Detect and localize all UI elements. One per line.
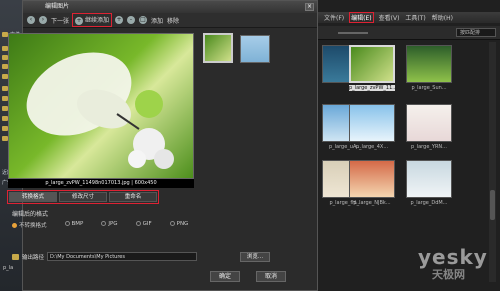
fit-icon[interactable]: □ — [138, 16, 147, 24]
format-option[interactable]: JPG — [101, 221, 118, 229]
thumbnail-item[interactable]: p_large_Sun... — [406, 45, 452, 95]
radio-icon — [135, 221, 141, 226]
folder-icon — [12, 253, 19, 260]
menu-file[interactable]: 文件(F) — [324, 13, 344, 22]
format-option-label: JPG — [108, 221, 118, 227]
zoom-slider[interactable] — [338, 32, 368, 34]
background-footer-text: p_la — [3, 265, 14, 271]
zoom-out-icon[interactable]: - — [126, 16, 135, 24]
cancel-button[interactable]: 取消 — [256, 271, 286, 282]
radio-icon — [169, 221, 175, 226]
thumbnail-caption: p_large_DdM... — [410, 200, 448, 206]
browse-button[interactable]: 浏览... — [240, 251, 271, 262]
thumbnail-item[interactable]: p_large_4X... — [349, 104, 395, 154]
format-label: 编辑后的格式 — [12, 211, 49, 218]
format-option[interactable]: PNG — [169, 221, 189, 229]
continue-add-label: 继续添加 — [84, 17, 109, 24]
tab-rename[interactable]: 重命名 — [109, 192, 157, 202]
dialog-title: 编辑图片 — [23, 1, 317, 13]
format-option-label: PNG — [176, 221, 189, 227]
radio-icon — [64, 221, 70, 226]
thumbnail-image — [406, 45, 452, 83]
output-path-row: 输出路径 D:\My Documents\My Pictures 浏览... — [12, 251, 292, 262]
menu-view[interactable]: 查看(V) — [379, 13, 400, 22]
tab-bar: 转换格式 修改尺寸 重命名 — [7, 190, 159, 204]
thumbnail-item[interactable]: p_large_YRN... — [406, 104, 452, 154]
thumbnail-image — [406, 104, 452, 142]
continue-add-button[interactable]: + 继续添加 — [72, 13, 112, 27]
format-option-label: 不转换格式 — [19, 223, 47, 229]
dialog-toolbar: ‹ › 下一张 + 继续添加 + - □ 添加 移除 — [23, 13, 317, 28]
background-menu-bar: 文件(F) 编辑(E) 查看(V) 工具(T) 帮助(H) — [318, 12, 500, 23]
format-option[interactable]: GIF — [135, 221, 152, 229]
selected-thumbnail[interactable] — [203, 33, 233, 63]
menu-tools[interactable]: 工具(T) — [405, 13, 425, 22]
tab-convert-format[interactable]: 转换格式 — [9, 192, 57, 202]
close-button[interactable]: × — [305, 3, 314, 11]
ok-button[interactable]: 确定 — [210, 271, 240, 282]
thumbnail-image — [349, 104, 395, 142]
scrollbar-track[interactable] — [489, 42, 496, 282]
thumbnail-caption: p_large_YRN... — [411, 144, 447, 150]
menu-edit[interactable]: 编辑(E) — [349, 12, 374, 23]
thumbnail-caption: p_large_4X... — [355, 144, 389, 150]
add-button[interactable]: 添加 — [151, 16, 163, 25]
format-options: 不转换格式 BMP JPG GIF PNG — [12, 221, 292, 229]
add-circle-icon: + — [75, 17, 84, 25]
thumbnail-image — [406, 160, 452, 198]
scrollbar-thumb[interactable] — [490, 190, 495, 220]
thumbnail-caption: p_large_zvPW_11... — [349, 85, 395, 91]
thumbnail-caption: p_large_NJBk... — [353, 200, 391, 206]
format-option[interactable]: BMP — [64, 221, 84, 229]
menu-help[interactable]: 帮助(H) — [432, 13, 453, 22]
thumbnail-image — [349, 45, 395, 83]
image-caption: p_large_zvPW_11498n017013.jpg | 600x450 — [8, 179, 194, 188]
tab-resize[interactable]: 修改尺寸 — [59, 192, 107, 202]
thumbnail[interactable] — [240, 35, 270, 63]
zoom-in-icon[interactable]: + — [114, 16, 123, 24]
output-path-input[interactable]: D:\My Documents\My Pictures — [47, 252, 198, 261]
background-toolbar: 按匹配排 — [318, 26, 500, 40]
watermark-subtext: 天极网 — [432, 268, 465, 281]
thumbnail-item[interactable]: p_large_DdM... — [406, 160, 452, 210]
butterfly-illustration — [26, 52, 174, 169]
radio-icon — [12, 223, 17, 228]
remove-button[interactable]: 移除 — [167, 16, 179, 25]
sort-dropdown[interactable]: 按匹配排 — [456, 28, 496, 37]
format-option-label: GIF — [142, 221, 152, 227]
thumbnail-item[interactable]: p_large_NJBk... — [349, 160, 395, 210]
format-option[interactable]: 不转换格式 — [12, 221, 47, 229]
next-button[interactable]: 下一张 — [51, 16, 69, 25]
format-option-label: BMP — [71, 221, 84, 227]
forward-icon[interactable]: › — [39, 16, 47, 24]
thumbnail-image — [349, 160, 395, 198]
thumbnail-item[interactable]: p_large_zvPW_11... — [349, 45, 395, 95]
output-path-label: 输出路径 — [22, 254, 45, 261]
radio-icon — [101, 221, 107, 226]
image-preview — [8, 33, 194, 179]
back-icon[interactable]: ‹ — [27, 16, 35, 24]
thumbnail-caption: p_large_Sun... — [411, 85, 447, 91]
